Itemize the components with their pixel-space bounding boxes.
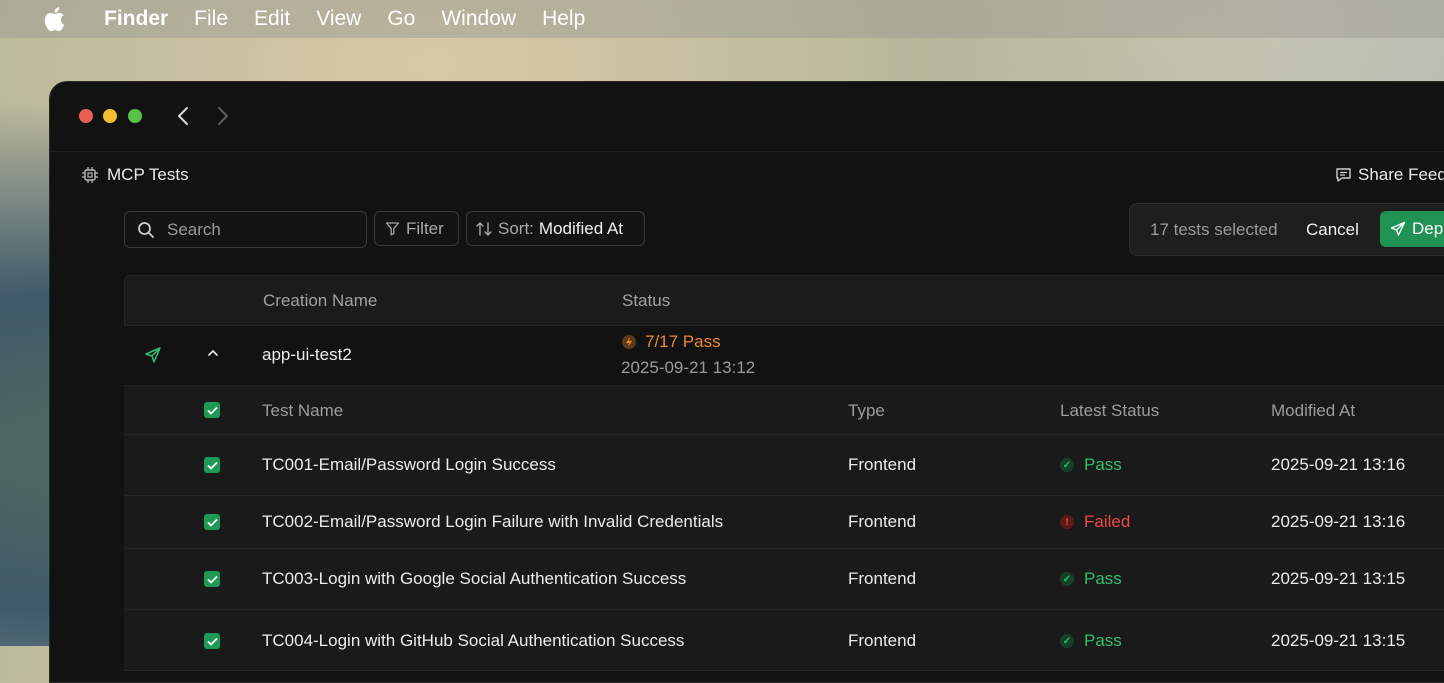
status-text: Pass [1084, 455, 1122, 474]
send-icon[interactable] [144, 346, 162, 369]
sort-arrows-icon [476, 221, 492, 236]
modified-at: 2025-09-21 13:15 [1271, 569, 1406, 588]
deploy-button[interactable]: Dep [1380, 211, 1444, 247]
header-type[interactable]: Type [848, 401, 885, 421]
status-badge: ✓ Pass [1060, 631, 1122, 651]
app-window: MCP Tests Share Feed Filter Sort: Modifi… [49, 81, 1444, 683]
menu-bar: Finder File Edit View Go Window Help [0, 0, 1444, 38]
table-header: Creation Name Status [124, 275, 1444, 326]
check-circle-icon: ✓ [1060, 572, 1074, 586]
deploy-label: Dep [1412, 219, 1444, 238]
close-window-button[interactable] [79, 109, 93, 123]
modified-at: 2025-09-21 13:16 [1271, 455, 1406, 474]
sort-button[interactable]: Sort: Modified At [466, 211, 645, 246]
page-title: MCP Tests [81, 165, 189, 185]
filter-label: Filter [406, 218, 444, 238]
check-icon [206, 406, 218, 415]
header-test-name[interactable]: Test Name [262, 401, 343, 421]
status-badge: ✓ Pass [1060, 455, 1122, 475]
table-row[interactable]: TC002-Email/Password Login Failure with … [124, 496, 1444, 549]
selected-count: 17 tests selected [1150, 220, 1278, 239]
test-type: Frontend [848, 569, 917, 588]
header-modified-at[interactable]: Modified At [1271, 401, 1355, 421]
search-icon [138, 221, 154, 238]
modified-at: 2025-09-21 13:15 [1271, 631, 1406, 650]
group-name: app-ui-test2 [262, 345, 352, 364]
test-type: Frontend [848, 512, 917, 531]
menu-window[interactable]: Window [441, 7, 516, 31]
filter-icon [385, 222, 400, 236]
test-name: TC001-Email/Password Login Success [262, 455, 556, 474]
header-creation-name[interactable]: Creation Name [263, 291, 377, 311]
test-type: Frontend [848, 455, 917, 474]
zoom-window-button[interactable] [128, 109, 142, 123]
row-checkbox[interactable] [204, 514, 220, 530]
minimize-window-button[interactable] [103, 109, 117, 123]
select-all-checkbox[interactable] [204, 402, 220, 418]
menu-edit[interactable]: Edit [254, 7, 290, 31]
sub-table-header: Test Name Type Latest Status Modified At [124, 386, 1444, 435]
table-row[interactable]: TC003-Login with Google Social Authentic… [124, 549, 1444, 610]
status-badge: ! Failed [1060, 512, 1130, 532]
check-icon [206, 637, 218, 646]
row-checkbox[interactable] [204, 633, 220, 649]
header-status[interactable]: Status [622, 291, 670, 311]
search-box[interactable] [124, 211, 367, 248]
selection-bar: 17 tests selected Cancel Dep [1129, 203, 1444, 256]
page-title-text: MCP Tests [107, 165, 189, 184]
group-status-text: 7/17 Pass [645, 332, 721, 351]
send-icon [1390, 221, 1406, 236]
bolt-icon [622, 335, 636, 349]
status-text: Pass [1084, 631, 1122, 650]
alert-circle-icon: ! [1060, 515, 1074, 529]
row-checkbox[interactable] [204, 457, 220, 473]
cancel-button[interactable]: Cancel [1306, 220, 1359, 240]
test-name: TC004-Login with GitHub Social Authentic… [262, 631, 685, 650]
filter-button[interactable]: Filter [374, 211, 459, 246]
status-text: Pass [1084, 569, 1122, 588]
back-chevron-icon[interactable] [172, 104, 194, 128]
chevron-up-icon[interactable] [206, 346, 220, 365]
title-bar [50, 82, 1444, 152]
table-row[interactable]: TC001-Email/Password Login Success Front… [124, 435, 1444, 496]
table-row[interactable]: TC004-Login with GitHub Social Authentic… [124, 610, 1444, 671]
modified-at: 2025-09-21 13:16 [1271, 512, 1406, 531]
test-type: Frontend [848, 631, 917, 650]
test-name: TC002-Email/Password Login Failure with … [262, 512, 724, 531]
sort-value: Modified At [538, 218, 624, 238]
menu-help[interactable]: Help [542, 7, 585, 31]
row-checkbox[interactable] [204, 571, 220, 587]
apple-logo-icon[interactable] [42, 0, 66, 38]
status-text: Failed [1084, 512, 1131, 531]
share-feedback-label: Share Feed [1358, 165, 1444, 184]
group-status: 7/17 Pass [621, 332, 721, 352]
check-circle-icon: ✓ [1060, 458, 1074, 472]
chip-icon [81, 166, 99, 184]
menu-file[interactable]: File [194, 7, 228, 31]
check-icon [206, 461, 218, 470]
group-row[interactable]: app-ui-test2 7/17 Pass 2025-09-21 13:12 [124, 326, 1444, 386]
sort-label: Sort: [498, 218, 534, 238]
menu-view[interactable]: View [316, 7, 361, 31]
menu-go[interactable]: Go [387, 7, 415, 31]
forward-chevron-icon[interactable] [212, 104, 234, 128]
check-icon [206, 575, 218, 584]
tests-table: Creation Name Status app-ui-test2 7/17 P… [124, 275, 1444, 671]
status-badge: ✓ Pass [1060, 569, 1122, 589]
check-icon [206, 518, 218, 527]
share-feedback-button[interactable]: Share Feed [1335, 165, 1444, 185]
header-latest-status[interactable]: Latest Status [1060, 401, 1159, 421]
test-name: TC003-Login with Google Social Authentic… [262, 569, 687, 588]
search-input[interactable] [165, 218, 349, 241]
group-date: 2025-09-21 13:12 [621, 358, 756, 377]
menu-finder[interactable]: Finder [104, 7, 168, 31]
message-icon [1336, 168, 1351, 182]
